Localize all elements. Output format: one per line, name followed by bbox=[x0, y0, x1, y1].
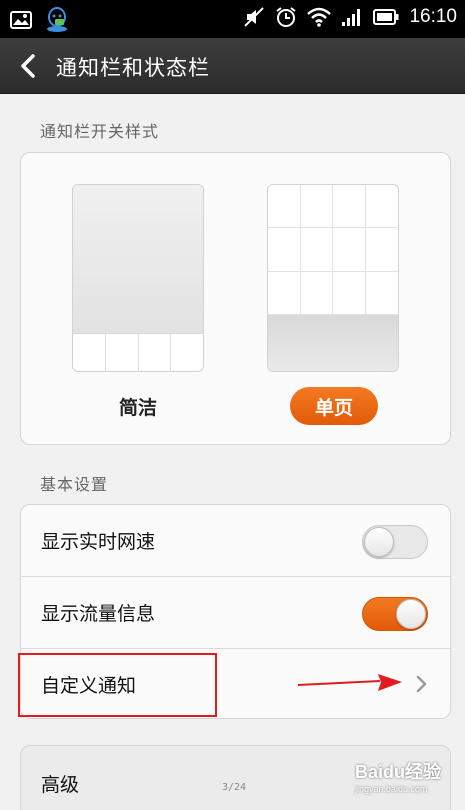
baidu-watermark: Baidu经验 jingyan.baidu.com bbox=[355, 758, 441, 794]
advanced-label: 高级 bbox=[41, 774, 80, 796]
style-option-simple-label[interactable]: 简洁 bbox=[72, 393, 204, 420]
setting-label: 显示实时网速 bbox=[41, 531, 156, 553]
wifi-icon bbox=[307, 7, 332, 27]
page-title: 通知栏和状态栏 bbox=[56, 56, 210, 80]
mute-icon bbox=[243, 6, 265, 28]
highlight-box bbox=[18, 653, 217, 717]
image-icon bbox=[10, 11, 32, 29]
page-indicator: 3/24 bbox=[222, 782, 247, 793]
setting-label: 显示流量信息 bbox=[41, 603, 156, 625]
watermark-sub: jingyan.baidu.com bbox=[355, 784, 428, 794]
style-preview-simple[interactable] bbox=[72, 184, 204, 372]
back-button[interactable] bbox=[8, 46, 48, 86]
annotation-arrow-icon bbox=[298, 674, 402, 691]
style-preview-single-page[interactable] bbox=[267, 184, 399, 372]
traffic-info-toggle[interactable] bbox=[362, 597, 428, 631]
chevron-right-icon bbox=[416, 675, 428, 693]
setting-row-traffic-info[interactable]: 显示流量信息 bbox=[21, 577, 450, 649]
qq-icon bbox=[46, 7, 68, 33]
switch-style-card: 简洁 单页 bbox=[20, 152, 451, 445]
signal-icon bbox=[341, 8, 363, 26]
battery-icon bbox=[373, 9, 399, 25]
chevron-left-icon bbox=[19, 54, 37, 78]
section-title-switch-style: 通知栏开关样式 bbox=[40, 122, 160, 141]
realtime-speed-toggle[interactable] bbox=[362, 525, 428, 559]
watermark-main: Baidu经验 bbox=[355, 762, 442, 782]
section-title-basic-settings: 基本设置 bbox=[40, 475, 109, 494]
setting-row-realtime-speed[interactable]: 显示实时网速 bbox=[21, 505, 450, 577]
status-time: 16:10 bbox=[409, 6, 457, 27]
title-bar: 通知栏和状态栏 bbox=[0, 38, 465, 94]
alarm-icon bbox=[275, 6, 297, 28]
style-option-single-page-selected[interactable]: 单页 bbox=[290, 387, 378, 425]
status-bar: 16:10 bbox=[0, 0, 465, 38]
